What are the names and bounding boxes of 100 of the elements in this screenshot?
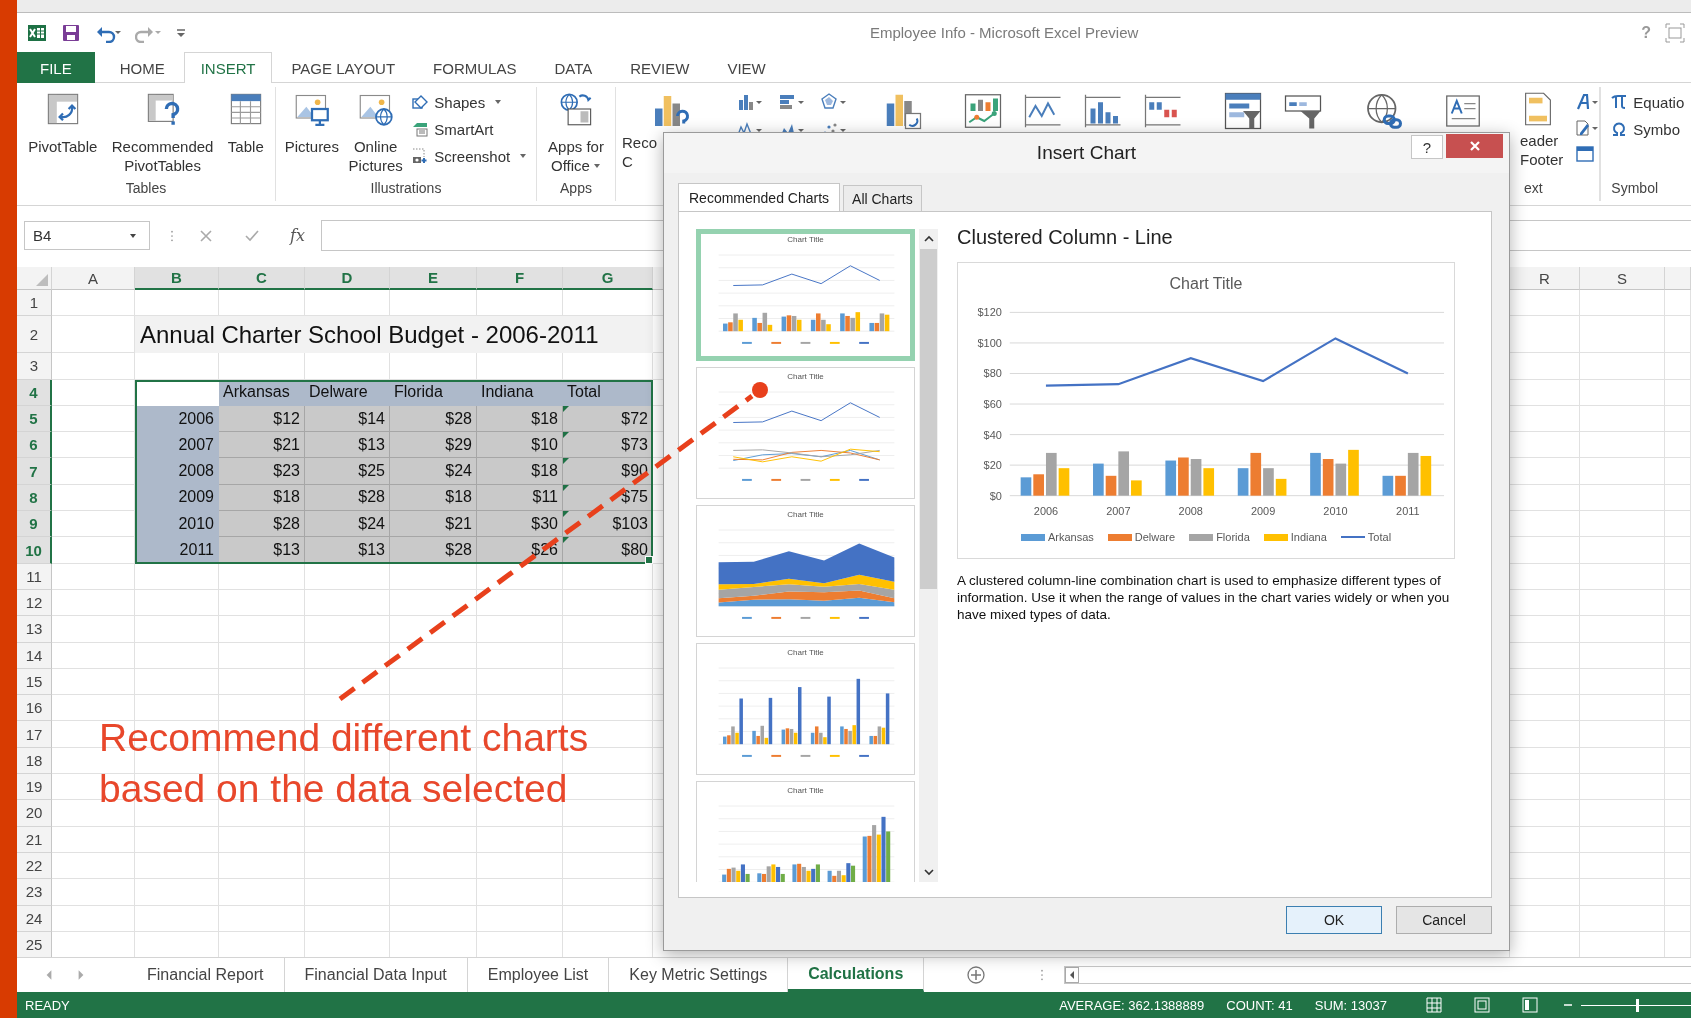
- row-header[interactable]: 4: [17, 379, 52, 406]
- ribbon-button[interactable]: Equatio: [1611, 91, 1685, 113]
- ribbon-tab[interactable]: FILE: [17, 52, 95, 83]
- table-cell: $72: [563, 405, 653, 433]
- dialog-tab[interactable]: All Charts: [843, 185, 922, 211]
- row-header[interactable]: 6: [17, 432, 52, 459]
- row-header[interactable]: 25: [17, 931, 52, 957]
- row-header[interactable]: 11: [17, 563, 52, 590]
- axis-label: 2010: [1323, 504, 1348, 517]
- ribbon-button[interactable]: Table: [227, 89, 264, 156]
- sheet-tab[interactable]: Calculations: [788, 958, 925, 992]
- ribbon-button[interactable]: eader Footer: [1520, 89, 1564, 169]
- column-header[interactable]: S: [1580, 267, 1665, 290]
- table-cell: 2007: [135, 432, 219, 459]
- ribbon-group-label: Illustrations: [369, 179, 443, 198]
- row-header[interactable]: 7: [17, 458, 52, 485]
- ribbon-tab[interactable]: FORMULAS: [414, 52, 536, 83]
- column-header[interactable]: D: [305, 267, 390, 290]
- help-button[interactable]: ?: [1411, 135, 1443, 159]
- row-header[interactable]: 13: [17, 616, 52, 643]
- legend-label: Indiana: [1290, 531, 1327, 543]
- column-header[interactable]: F: [477, 267, 563, 290]
- ribbon-group-label: Apps: [559, 179, 593, 198]
- row-header[interactable]: 16: [17, 695, 52, 722]
- status-count: COUNT: 41: [1226, 997, 1293, 1013]
- row-header[interactable]: 12: [17, 589, 52, 617]
- ribbon-button[interactable]: PivotTable: [28, 89, 98, 156]
- chart-thumbnail[interactable]: Chart Title: [696, 643, 915, 775]
- row-header[interactable]: 14: [17, 642, 52, 669]
- row-header[interactable]: 21: [17, 826, 52, 853]
- row-header[interactable]: 1: [17, 290, 52, 317]
- ribbon-button[interactable]: SmartArt: [412, 118, 528, 140]
- row-header[interactable]: 3: [17, 353, 52, 380]
- column-header[interactable]: A: [52, 267, 135, 290]
- table-cell: $18: [477, 405, 563, 433]
- row-header[interactable]: 19: [17, 774, 52, 801]
- axis-label: $80: [983, 367, 1002, 380]
- column-header[interactable]: B: [135, 267, 219, 290]
- row-header[interactable]: 17: [17, 721, 52, 748]
- ribbon-button[interactable]: Screenshot: [412, 145, 528, 167]
- row-header[interactable]: 9: [17, 511, 52, 538]
- ribbon-button[interactable]: Reco C: [622, 91, 717, 171]
- axis-label: 2009: [1250, 504, 1276, 517]
- dialog-tab[interactable]: Recommended Charts: [678, 183, 841, 211]
- insert-function-button[interactable]: fx: [290, 226, 305, 245]
- table-cell: $11: [477, 484, 563, 512]
- ribbon-button[interactable]: Recommended PivotTables: [111, 89, 214, 175]
- table-cell: $13: [219, 537, 305, 564]
- row-header[interactable]: 10: [17, 537, 52, 564]
- column-header[interactable]: E: [390, 267, 477, 290]
- row-header[interactable]: 2: [17, 316, 52, 354]
- row-header[interactable]: 8: [17, 484, 52, 512]
- cancel-button[interactable]: Cancel: [1396, 906, 1492, 934]
- chart-thumbnail[interactable]: Chart Title: [696, 229, 915, 361]
- table-cell: $80: [563, 537, 653, 564]
- ribbon-tab[interactable]: INSERT: [183, 52, 273, 83]
- table-cell: $25: [305, 458, 390, 485]
- column-header[interactable]: C: [219, 267, 305, 290]
- table-cell: $24: [305, 511, 390, 538]
- ribbon-button[interactable]: Shapes: [412, 91, 528, 113]
- axis-label: $100: [977, 336, 1002, 349]
- ribbon-button[interactable]: Online Pictures: [348, 89, 403, 175]
- row-header[interactable]: 5: [17, 405, 52, 433]
- axis-label: $0: [989, 489, 1002, 502]
- chart-thumbnail[interactable]: Chart Title: [696, 367, 915, 499]
- table-cell: $18: [219, 484, 305, 512]
- ok-button[interactable]: OK: [1286, 906, 1382, 934]
- row-header[interactable]: 24: [17, 905, 52, 932]
- ribbon-tab[interactable]: DATA: [535, 52, 612, 83]
- ribbon-tab[interactable]: REVIEW: [611, 52, 709, 83]
- ribbon-button[interactable]: Symbo: [1611, 118, 1685, 140]
- ribbon-tab[interactable]: VIEW: [708, 52, 785, 83]
- ribbon-button[interactable]: Pictures: [284, 89, 339, 156]
- row-header[interactable]: 22: [17, 852, 52, 880]
- table-cell: $10: [477, 432, 563, 459]
- table-cell: 2011: [135, 537, 219, 564]
- row-header[interactable]: 23: [17, 879, 52, 906]
- ribbon-button[interactable]: Apps for Office: [548, 89, 604, 175]
- chart-thumbnail[interactable]: Chart Title: [696, 505, 915, 637]
- table-cell: $18: [477, 458, 563, 485]
- axis-label: $120: [977, 306, 1002, 319]
- table-cell: $18: [390, 484, 477, 512]
- axis-label: 2008: [1178, 504, 1203, 517]
- row-header[interactable]: 20: [17, 800, 52, 827]
- ribbon-tab[interactable]: HOME: [100, 52, 184, 83]
- chart-thumbnail[interactable]: Chart Title: [696, 781, 915, 882]
- table-cell: $28: [219, 511, 305, 538]
- row-header[interactable]: 15: [17, 668, 52, 696]
- ribbon-group-label: ext: [1523, 179, 1544, 198]
- ribbon-tab[interactable]: PAGE LAYOUT: [272, 52, 415, 83]
- chart-title: Chart Title: [1169, 274, 1243, 294]
- table-cell: $14: [305, 405, 390, 433]
- sheet-title: Annual Charter School Budget - 2006-2011: [135, 316, 653, 354]
- table-cell: $28: [305, 484, 390, 512]
- name-box[interactable]: B4: [24, 221, 150, 250]
- row-header[interactable]: 18: [17, 747, 52, 775]
- column-header[interactable]: R: [1510, 267, 1580, 290]
- column-header[interactable]: G: [563, 267, 653, 290]
- axis-label: 2006: [1033, 504, 1059, 517]
- table-cell: $28: [390, 405, 477, 433]
